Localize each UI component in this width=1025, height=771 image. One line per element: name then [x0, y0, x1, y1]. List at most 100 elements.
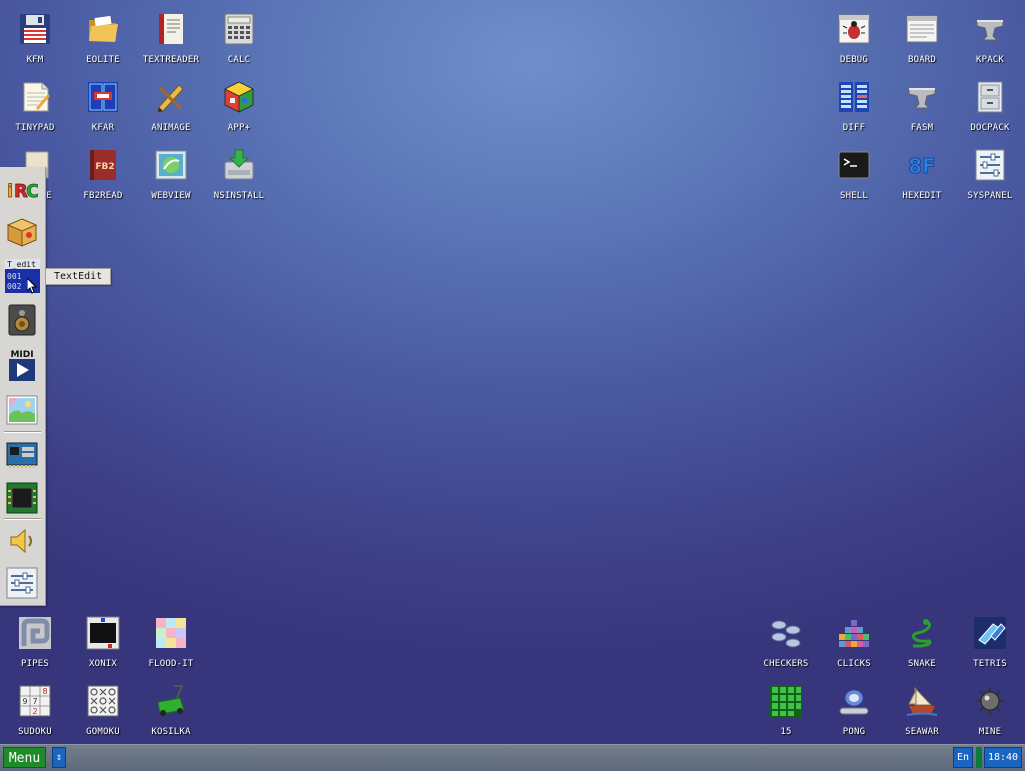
lawnmower-icon: [154, 684, 188, 718]
desktop-icon-eolite[interactable]: EOLITE: [69, 0, 137, 65]
volume-icon[interactable]: [6, 525, 38, 557]
desktop-icon-kfm[interactable]: KFM: [1, 0, 69, 65]
checkers-icon: [769, 616, 803, 650]
desktop-icon-syspanel[interactable]: SYSPANEL: [956, 136, 1024, 201]
svg-text:8F: 8F: [908, 154, 936, 178]
svg-text:8: 8: [42, 687, 47, 696]
desktop-icon-label: SYSPANEL: [967, 191, 1013, 201]
desktop-icon-label: DEBUG: [839, 55, 869, 65]
launcher-dock: iRC T_edit 001 002 MIDI: [0, 167, 46, 606]
sliders-icon: [973, 148, 1007, 182]
desktop-icon-clicks[interactable]: CLICKS: [820, 604, 888, 669]
network-card-icon[interactable]: [6, 439, 38, 471]
taskbar-scroll-button[interactable]: ⇕: [52, 747, 66, 768]
desktop-icon-flood-it[interactable]: FLOOD-IT: [137, 604, 205, 669]
irc-icon[interactable]: iRC: [6, 175, 40, 207]
web-icon: [154, 148, 188, 182]
status-indicator: [976, 747, 982, 768]
board-window-icon: [905, 12, 939, 46]
xonix-icon: [86, 616, 120, 650]
desktop-icon-tetris[interactable]: TETRIS: [956, 604, 1024, 669]
desktop-icon-kpack[interactable]: KPACK: [956, 0, 1024, 65]
desktop-icon-pipes[interactable]: PIPES: [1, 604, 69, 669]
taskbar: Menu ⇕ En 18:40: [0, 744, 1025, 771]
mouse-cursor-icon: [26, 276, 38, 294]
desktop-icon-label: CALC: [227, 55, 251, 65]
desktop-icon-app-plus[interactable]: APP+: [205, 68, 273, 133]
desktop-icon-shell[interactable]: SHELL: [820, 136, 888, 201]
anvil-icon: [905, 80, 939, 114]
desktop-icon-calc[interactable]: CALC: [205, 0, 273, 65]
desktop-icon-label: KPACK: [975, 55, 1005, 65]
desktop-icon-label: NSINSTALL: [213, 191, 265, 201]
desktop-icon-label: WEBVIEW: [151, 191, 191, 201]
desktop-icon-label: HEXEDIT: [902, 191, 942, 201]
desktop-icon-fb2read[interactable]: FB2 FB2READ: [69, 136, 137, 201]
folder-icon: [86, 12, 120, 46]
desktop-icon-nsinstall[interactable]: NSINSTALL: [205, 136, 273, 201]
desktop-icon-fasm[interactable]: FASM: [888, 68, 956, 133]
desktop-icon-animage[interactable]: ANIMAGE: [137, 68, 205, 133]
desktop-icon-gomoku[interactable]: GOMOKU: [69, 672, 137, 737]
textedit-icon-line1: 001: [7, 272, 22, 281]
desktop-icon-checkers[interactable]: CHECKERS: [752, 604, 820, 669]
svg-text:FB2: FB2: [95, 162, 114, 172]
desktop-icon-debug[interactable]: DEBUG: [820, 0, 888, 65]
fb2-book-icon: FB2: [86, 148, 120, 182]
desktop-icon-label: TEXTREADER: [142, 55, 200, 65]
desktop-icon-label: 15: [780, 727, 792, 737]
desktop-icon-label: CLICKS: [837, 659, 871, 669]
desktop-icon-label: KFM: [26, 55, 44, 65]
desktop-icon-15[interactable]: 15: [752, 672, 820, 737]
tetris-icon: [973, 616, 1007, 650]
desktop-icon-label: SEAWAR: [905, 727, 939, 737]
desktop-icon-label: TINYPAD: [15, 123, 55, 133]
clicks-icon: [837, 616, 871, 650]
desktop-icon-diff[interactable]: DIFF: [820, 68, 888, 133]
svg-text:C: C: [26, 181, 38, 202]
dock-separator: [4, 518, 41, 520]
desktop-icon-xonix[interactable]: XONIX: [69, 604, 137, 669]
book-icon: [154, 12, 188, 46]
speaker-icon[interactable]: [6, 304, 38, 336]
diff-icon: [837, 80, 871, 114]
desktop-icon-docpack[interactable]: DOCPACK: [956, 68, 1024, 133]
desktop-icon-label: XONIX: [88, 659, 118, 669]
desktop-icon-label: SUDOKU: [18, 727, 52, 737]
dock-separator: [4, 431, 41, 433]
desktop-icon-kosilka[interactable]: KOSILKA: [137, 672, 205, 737]
clock[interactable]: 18:40: [984, 747, 1022, 768]
package-icon[interactable]: [6, 216, 38, 248]
desktop-icon-webview[interactable]: WEBVIEW: [137, 136, 205, 201]
desktop-icon-snake[interactable]: SNAKE: [888, 604, 956, 669]
desktop-icon-label: FLOOD-IT: [148, 659, 194, 669]
desktop-icon-label: BOARD: [907, 55, 937, 65]
settings-sliders-icon[interactable]: [6, 567, 38, 599]
desktop-icon-mine[interactable]: MINE: [956, 672, 1024, 737]
desktop-icon-board[interactable]: BOARD: [888, 0, 956, 65]
cpu-icon[interactable]: [6, 482, 38, 514]
pipes-icon: [18, 616, 52, 650]
mine-icon: [973, 684, 1007, 718]
desktop-icon-tinypad[interactable]: TINYPAD: [1, 68, 69, 133]
midi-label: MIDI: [10, 350, 33, 360]
sudoku-icon: 8 972: [18, 684, 52, 718]
pong-icon: [837, 684, 871, 718]
desktop-icon-seawar[interactable]: SEAWAR: [888, 672, 956, 737]
midi-icon[interactable]: MIDI: [6, 348, 38, 381]
menu-button[interactable]: Menu: [3, 747, 46, 768]
desktop-icon-kfar[interactable]: KFAR: [69, 68, 137, 133]
desktop-icon-label: FASM: [910, 123, 934, 133]
language-indicator[interactable]: En: [953, 747, 973, 768]
desktop-icon-hexedit[interactable]: 8F HEXEDIT: [888, 136, 956, 201]
desktop-icon-sudoku[interactable]: 8 972 SUDOKU: [1, 672, 69, 737]
desktop-icon-textreader[interactable]: TEXTREADER: [137, 0, 205, 65]
desktop-icon-label: KOSILKA: [151, 727, 191, 737]
textedit-icon-title: T_edit: [7, 260, 36, 269]
image-viewer-icon[interactable]: [6, 395, 38, 427]
desktop-icon-label: EOLITE: [86, 55, 120, 65]
terminal-icon: [837, 148, 871, 182]
pencil-icon: [154, 80, 188, 114]
desktop-icon-label: ANIMAGE: [151, 123, 191, 133]
desktop-icon-pong[interactable]: PONG: [820, 672, 888, 737]
